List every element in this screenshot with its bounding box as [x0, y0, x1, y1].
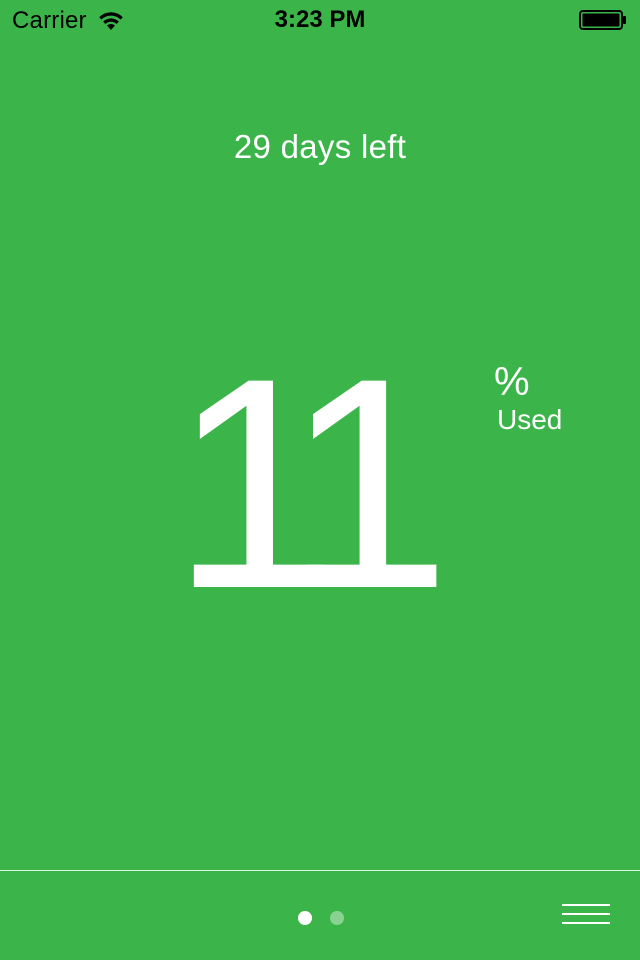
menu-line [562, 922, 610, 924]
status-bar: Carrier 3:23 PM [0, 0, 640, 40]
battery-icon [579, 10, 626, 30]
page-dot-1-active[interactable] [298, 911, 312, 925]
page-dot-2[interactable] [330, 911, 344, 925]
hamburger-menu-icon[interactable] [556, 898, 616, 932]
used-label: Used [497, 404, 563, 435]
menu-line [562, 904, 610, 906]
days-left-label: 29 days left [233, 128, 407, 165]
bottom-divider [0, 870, 640, 871]
clock: 3:23 PM [274, 6, 366, 33]
percent-used-value: 11 [171, 365, 451, 590]
percent-sign: % [494, 360, 530, 404]
percent-used-text: 11 [171, 365, 451, 590]
menu-line [562, 913, 610, 915]
page-indicator[interactable] [297, 911, 347, 927]
